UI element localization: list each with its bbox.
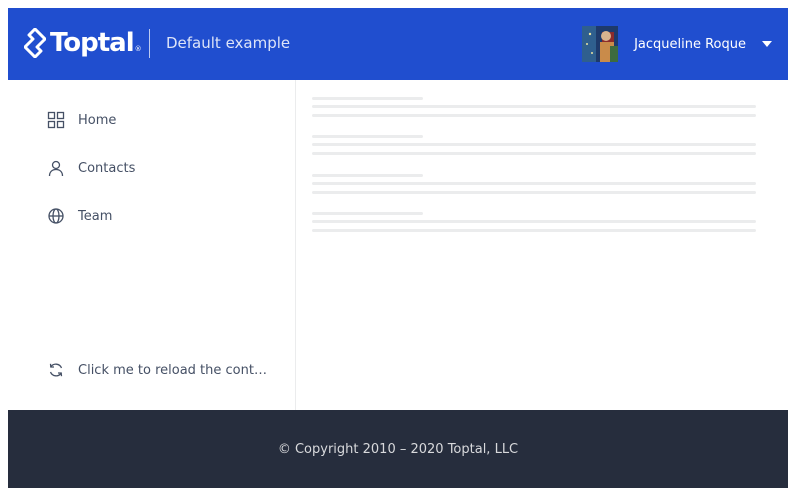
sidebar-item-label: Contacts [78, 160, 136, 176]
sidebar-item-contacts[interactable]: Contacts [46, 156, 135, 180]
skeleton-line [312, 143, 756, 146]
sidebar: Home Contacts Team Click me to reload th… [8, 80, 296, 410]
skeleton-line [312, 135, 423, 138]
skeleton-line [312, 114, 756, 117]
header-divider [149, 29, 150, 58]
toptal-logo[interactable]: Toptal ® [24, 28, 142, 58]
refresh-icon [46, 360, 66, 380]
sidebar-item-home[interactable]: Home [46, 108, 116, 132]
person-icon [46, 158, 66, 178]
user-menu[interactable]: Jacqueline Roque [582, 26, 772, 62]
user-name: Jacqueline Roque [634, 36, 746, 52]
globe-icon [46, 206, 66, 226]
app-shell: Toptal ® Default example Jacqueline Roqu… [8, 8, 788, 488]
top-bar: Toptal ® Default example Jacqueline Roqu… [8, 8, 788, 80]
toptal-logo-icon [24, 28, 46, 58]
sidebar-item-team[interactable]: Team [46, 204, 112, 228]
skeleton-line [312, 229, 756, 232]
user-avatar [582, 26, 619, 62]
app-title: Default example [166, 34, 291, 52]
reload-content-button[interactable]: Click me to reload the content [46, 358, 274, 382]
reload-content-label: Click me to reload the content [78, 362, 274, 378]
skeleton-line [312, 152, 756, 155]
sidebar-item-label: Home [78, 112, 117, 128]
main-content [296, 80, 788, 410]
chevron-down-icon [762, 41, 772, 47]
skeleton-line [312, 182, 756, 185]
logo-text: Toptal [50, 28, 135, 58]
skeleton-line [312, 212, 423, 215]
skeleton-line [312, 97, 423, 100]
sidebar-item-label: Team [78, 208, 113, 224]
skeleton-line [312, 174, 423, 177]
skeleton-line [312, 220, 756, 223]
grid-icon [46, 110, 66, 130]
skeleton-line [312, 105, 756, 108]
logo-registered-mark: ® [134, 45, 142, 53]
copyright-text: © Copyright 2010 – 2020 Toptal, LLC [277, 441, 519, 457]
footer: © Copyright 2010 – 2020 Toptal, LLC [8, 410, 788, 488]
skeleton-line [312, 191, 756, 194]
